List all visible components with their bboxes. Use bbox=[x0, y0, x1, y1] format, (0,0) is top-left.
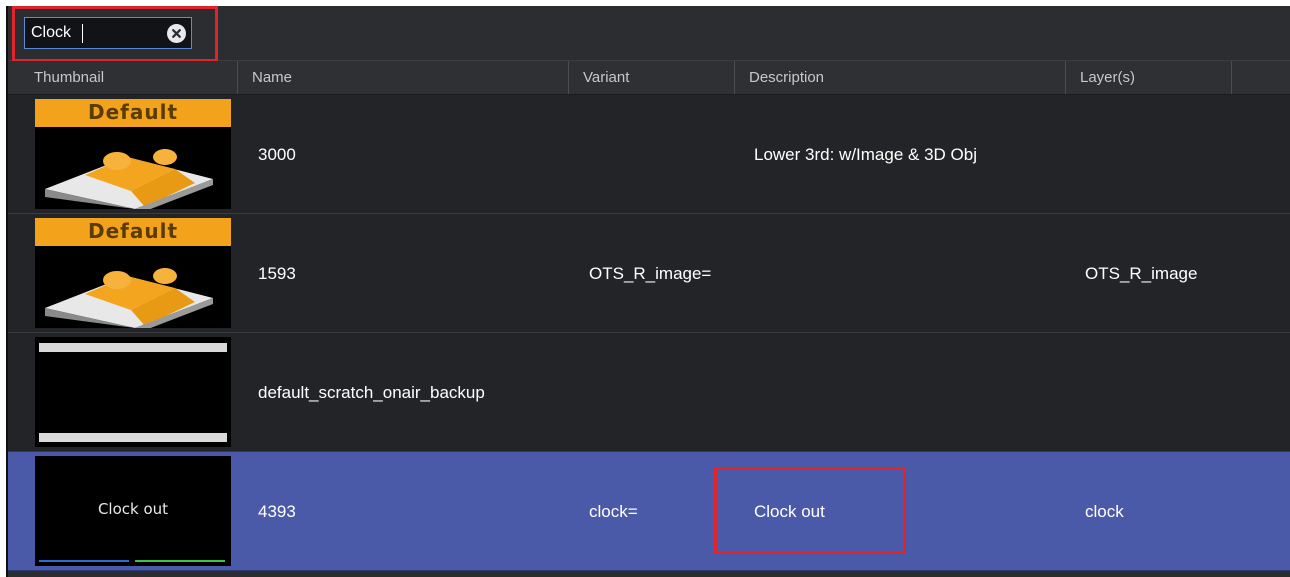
row-name: 4393 bbox=[258, 502, 296, 521]
3d-object-preview bbox=[45, 149, 213, 209]
row-layers: clock bbox=[1085, 502, 1124, 521]
table-row[interactable]: Default 3000 Lower 3rd: w/Image & 3D Obj bbox=[8, 95, 1290, 214]
thumbnail-bottom-bar bbox=[39, 433, 227, 442]
row-name: 1593 bbox=[258, 264, 296, 283]
row-description: Clock out bbox=[754, 502, 825, 521]
row-variant: clock= bbox=[589, 502, 638, 521]
clear-search-icon[interactable] bbox=[167, 24, 186, 43]
text-caret bbox=[82, 24, 83, 43]
row-thumbnail: Clock out bbox=[35, 456, 231, 566]
row-thumbnail bbox=[35, 337, 231, 447]
row-name: default_scratch_onair_backup bbox=[258, 383, 485, 402]
search-input[interactable] bbox=[25, 18, 155, 48]
row-thumbnail: Default bbox=[35, 218, 231, 328]
thumbnail-banner: Default bbox=[35, 99, 231, 127]
asset-browser: Thumbnail Name Variant Description Layer… bbox=[6, 6, 1290, 577]
column-header-thumbnail[interactable]: Thumbnail bbox=[20, 61, 238, 94]
next-row-peek bbox=[8, 571, 1290, 577]
table-header: Thumbnail Name Variant Description Layer… bbox=[8, 61, 1290, 95]
thumbnail-banner: Default bbox=[35, 218, 231, 246]
row-layers: OTS_R_image bbox=[1085, 264, 1198, 283]
table-row-selected[interactable]: Clock out 4393 clock= Clock out clock bbox=[8, 452, 1290, 571]
row-description: Lower 3rd: w/Image & 3D Obj bbox=[754, 145, 977, 164]
search-box[interactable] bbox=[24, 17, 192, 49]
3d-object-preview bbox=[45, 268, 213, 328]
thumbnail-line-blue bbox=[39, 560, 129, 562]
row-name: 3000 bbox=[258, 145, 296, 164]
thumbnail-top-bar bbox=[39, 343, 227, 352]
table-row[interactable]: default_scratch_onair_backup bbox=[8, 333, 1290, 452]
thumbnail-text: Clock out bbox=[97, 500, 169, 518]
thumbnail-line-green bbox=[135, 560, 225, 562]
toolbar bbox=[8, 6, 1290, 61]
column-header-description[interactable]: Description bbox=[735, 61, 1066, 94]
column-header-name[interactable]: Name bbox=[238, 61, 569, 94]
toolbar-divider bbox=[216, 6, 217, 60]
column-header-layers[interactable]: Layer(s) bbox=[1066, 61, 1232, 94]
close-icon bbox=[172, 29, 181, 38]
column-header-variant[interactable]: Variant bbox=[569, 61, 735, 94]
row-variant: OTS_R_image= bbox=[589, 264, 712, 283]
table-row[interactable]: Default 1593 OTS_R_image= OTS_R_image bbox=[8, 214, 1290, 333]
row-thumbnail: Default bbox=[35, 99, 231, 209]
